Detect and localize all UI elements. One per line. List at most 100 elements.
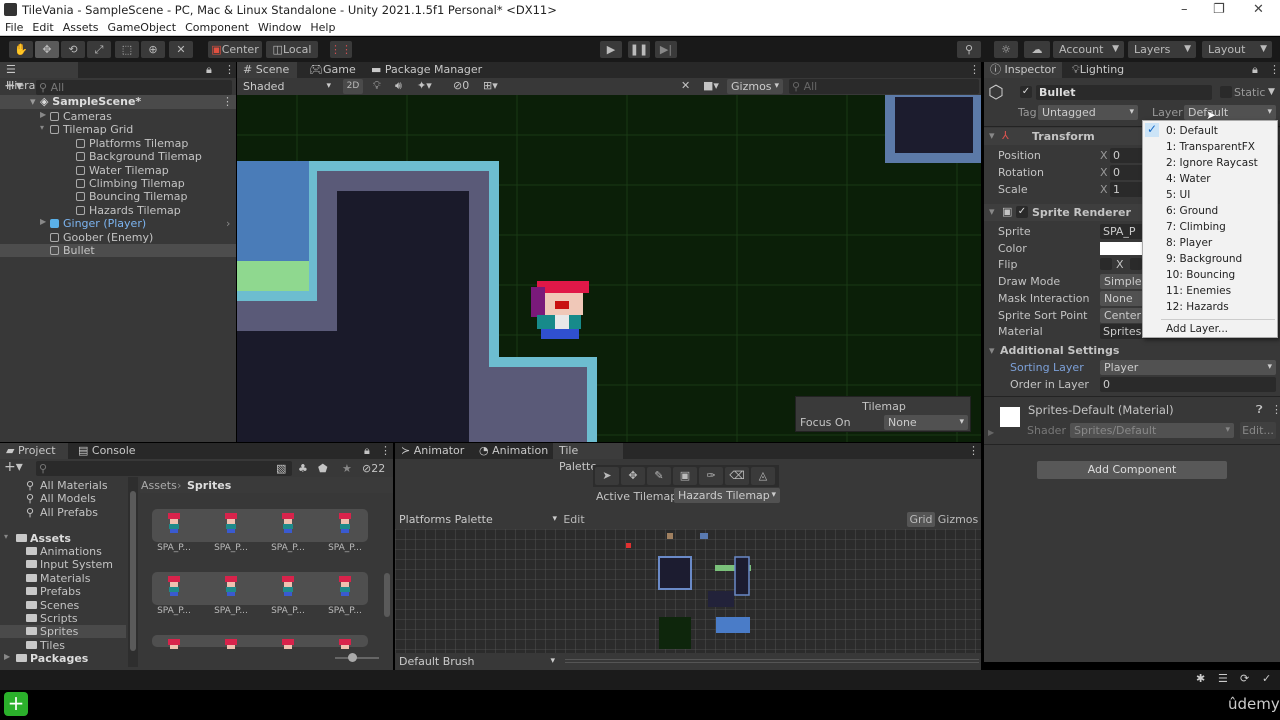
tab-project[interactable]: ▰ Project (0, 443, 68, 459)
grid-snap-button[interactable]: ⋮⋮ (330, 41, 352, 58)
tag-dropdown[interactable]: Untagged (1038, 105, 1138, 120)
tab-lighting[interactable]: 💡︎Lighting (1066, 62, 1130, 78)
static-checkbox[interactable] (1220, 86, 1232, 98)
pivot-center-toggle[interactable]: ▣Center (208, 41, 262, 58)
sprite-asset[interactable]: SPA_P... (147, 576, 201, 616)
tab-tile-palette[interactable]: Tile Palette (553, 443, 623, 473)
custom-tool-button[interactable]: ✕ (169, 41, 193, 58)
scale-x-input[interactable]: 1 (1110, 182, 1144, 197)
hierarchy-item[interactable]: ▾ Tilemap Grid (0, 123, 236, 136)
layer-option[interactable]: 2: Ignore Raycast (1143, 155, 1277, 171)
tools-icon[interactable]: ✕ (681, 79, 690, 92)
scene-canvas[interactable] (237, 95, 981, 442)
hierarchy-item[interactable]: Climbing Tilemap (0, 177, 236, 190)
folder-item[interactable]: Animations (0, 545, 126, 558)
foldout-icon[interactable]: ▶ (988, 428, 994, 437)
position-x-input[interactable]: 0 (1110, 148, 1144, 163)
brush-dropdown[interactable]: Default Brush (395, 654, 559, 669)
check-icon[interactable]: ✓ (1262, 672, 1271, 685)
sprite-asset[interactable]: SPA_P... (204, 513, 258, 553)
scene-search-input[interactable]: ⚲ All (789, 79, 979, 94)
breadcrumb-sprites[interactable]: Sprites (187, 479, 231, 492)
folder-item[interactable]: Materials (0, 572, 126, 585)
hierarchy-item[interactable]: Bouncing Tilemap (0, 190, 236, 203)
effects-toggle-icon[interactable]: ✦▾ (417, 79, 432, 92)
gameobject-cube-icon[interactable]: ⬡ (988, 82, 1004, 103)
brush-inspector-splitter[interactable] (565, 659, 979, 663)
menu-window[interactable]: Window (253, 20, 305, 34)
layer-dropdown[interactable]: Default (1184, 105, 1276, 120)
lighting-toggle-icon[interactable]: 💡︎ (373, 79, 381, 93)
more-menu-icon[interactable]: ⋮ (969, 63, 980, 76)
sprite-asset[interactable] (261, 639, 315, 649)
sprite-asset[interactable]: SPA_P... (147, 513, 201, 553)
add-layer-item[interactable]: Add Layer... (1143, 321, 1277, 337)
pivot-local-toggle[interactable]: ◫Local (266, 41, 318, 58)
favorite-star-icon[interactable]: ★ (342, 462, 352, 475)
favorite-item[interactable]: ⚲ All Prefabs (0, 506, 126, 519)
tab-console[interactable]: ▤ Console (72, 443, 142, 459)
palette-grid-canvas[interactable] (395, 529, 981, 653)
cache-server-icon[interactable]: ☰ (1218, 672, 1228, 685)
account-dropdown[interactable]: Account ▼ (1053, 41, 1124, 58)
search-button[interactable]: ⚲ (957, 41, 981, 58)
help-icon[interactable]: ❓︎ (1256, 403, 1263, 417)
scale-tool-button[interactable]: ⤢ (87, 41, 111, 58)
palette-dropdown[interactable]: Platforms Palette (395, 512, 561, 527)
edit-palette-button[interactable]: Edit (561, 512, 587, 527)
grid-toggle-icon[interactable]: ⊞▾ (483, 79, 498, 92)
sprite-asset[interactable]: SPA_P... (261, 513, 315, 553)
gizmos-dropdown[interactable]: Gizmos (727, 79, 783, 94)
layer-option[interactable]: 7: Climbing (1143, 219, 1277, 235)
foldout-icon[interactable]: ▾ (40, 123, 44, 132)
icon-size-slider[interactable] (335, 653, 379, 662)
minimize-button[interactable]: – (1181, 2, 1188, 17)
2d-toggle[interactable]: 2D (343, 79, 363, 94)
paint-tool-button[interactable]: ✎ (647, 467, 671, 485)
palette-gizmos-button[interactable]: Gizmos (937, 512, 979, 527)
sprite-renderer-enabled-checkbox[interactable]: ✓ (1016, 206, 1028, 218)
active-checkbox[interactable]: ✓ (1020, 86, 1032, 98)
menu-gameobject[interactable]: GameObject (103, 20, 181, 34)
move-tool-button[interactable]: ✥ (621, 467, 645, 485)
layers-dropdown[interactable]: Layers ▼ (1128, 41, 1196, 58)
collab-button[interactable]: ☼ (994, 41, 1018, 58)
move-tool-button[interactable]: ✥ (35, 41, 59, 58)
more-menu-icon[interactable]: ⋮ (224, 63, 235, 76)
layer-option[interactable]: 5: UI (1143, 187, 1277, 203)
hierarchy-item[interactable]: Bullet (0, 244, 236, 257)
create-asset-button[interactable]: +▾ (4, 459, 23, 475)
hierarchy-item[interactable]: ▶ Cameras (0, 110, 236, 123)
edit-shader-button[interactable]: Edit... (1240, 422, 1276, 439)
menu-file[interactable]: File (0, 20, 27, 34)
sprite-asset[interactable]: SPA_P... (261, 576, 315, 616)
sprite-asset[interactable]: SPA_P... (318, 513, 372, 553)
transform-tool-button[interactable]: ⊕ (141, 41, 165, 58)
debug-icon[interactable]: ✱ (1196, 672, 1205, 685)
rotate-tool-button[interactable]: ⟲ (61, 41, 85, 58)
scrollbar-thumb[interactable] (384, 573, 390, 617)
scrollbar-thumb[interactable] (130, 491, 136, 651)
layer-option[interactable]: 12: Hazards (1143, 299, 1277, 315)
cloud-button[interactable]: ☁ (1024, 41, 1050, 58)
tab-animator[interactable]: ≻ Animator (395, 443, 470, 459)
breadcrumb-assets[interactable]: Assets (141, 479, 177, 492)
add-component-button[interactable]: Add Component (1037, 461, 1227, 479)
search-by-type-icon[interactable]: ▧ (276, 462, 286, 475)
pause-button[interactable]: ❚❚ (628, 41, 650, 58)
visibility-icon[interactable]: ⊘0 (453, 79, 469, 92)
tab-game[interactable]: 🎮︎Game (303, 62, 362, 78)
sorting-layer-dropdown[interactable]: Player (1100, 360, 1276, 375)
tree-scrollbar[interactable] (128, 477, 138, 667)
picker-tool-button[interactable]: ✑ (699, 467, 723, 485)
rect-tool-button[interactable]: ⬚ (115, 41, 139, 58)
foldout-icon[interactable]: ▾ (989, 205, 995, 218)
hand-tool-button[interactable]: ✋ (9, 41, 33, 58)
grid-scrollbar[interactable] (382, 493, 392, 653)
grid-toggle-button[interactable]: Grid (907, 512, 935, 527)
layer-option[interactable]: 10: Bouncing (1143, 267, 1277, 283)
favorite-item[interactable]: ⚲ All Materials (0, 479, 126, 492)
foldout-icon[interactable]: ▾ (4, 532, 8, 541)
create-button[interactable]: +▾ (4, 78, 23, 94)
tab-hierarchy[interactable]: ☰ Hierarchy (0, 62, 78, 92)
